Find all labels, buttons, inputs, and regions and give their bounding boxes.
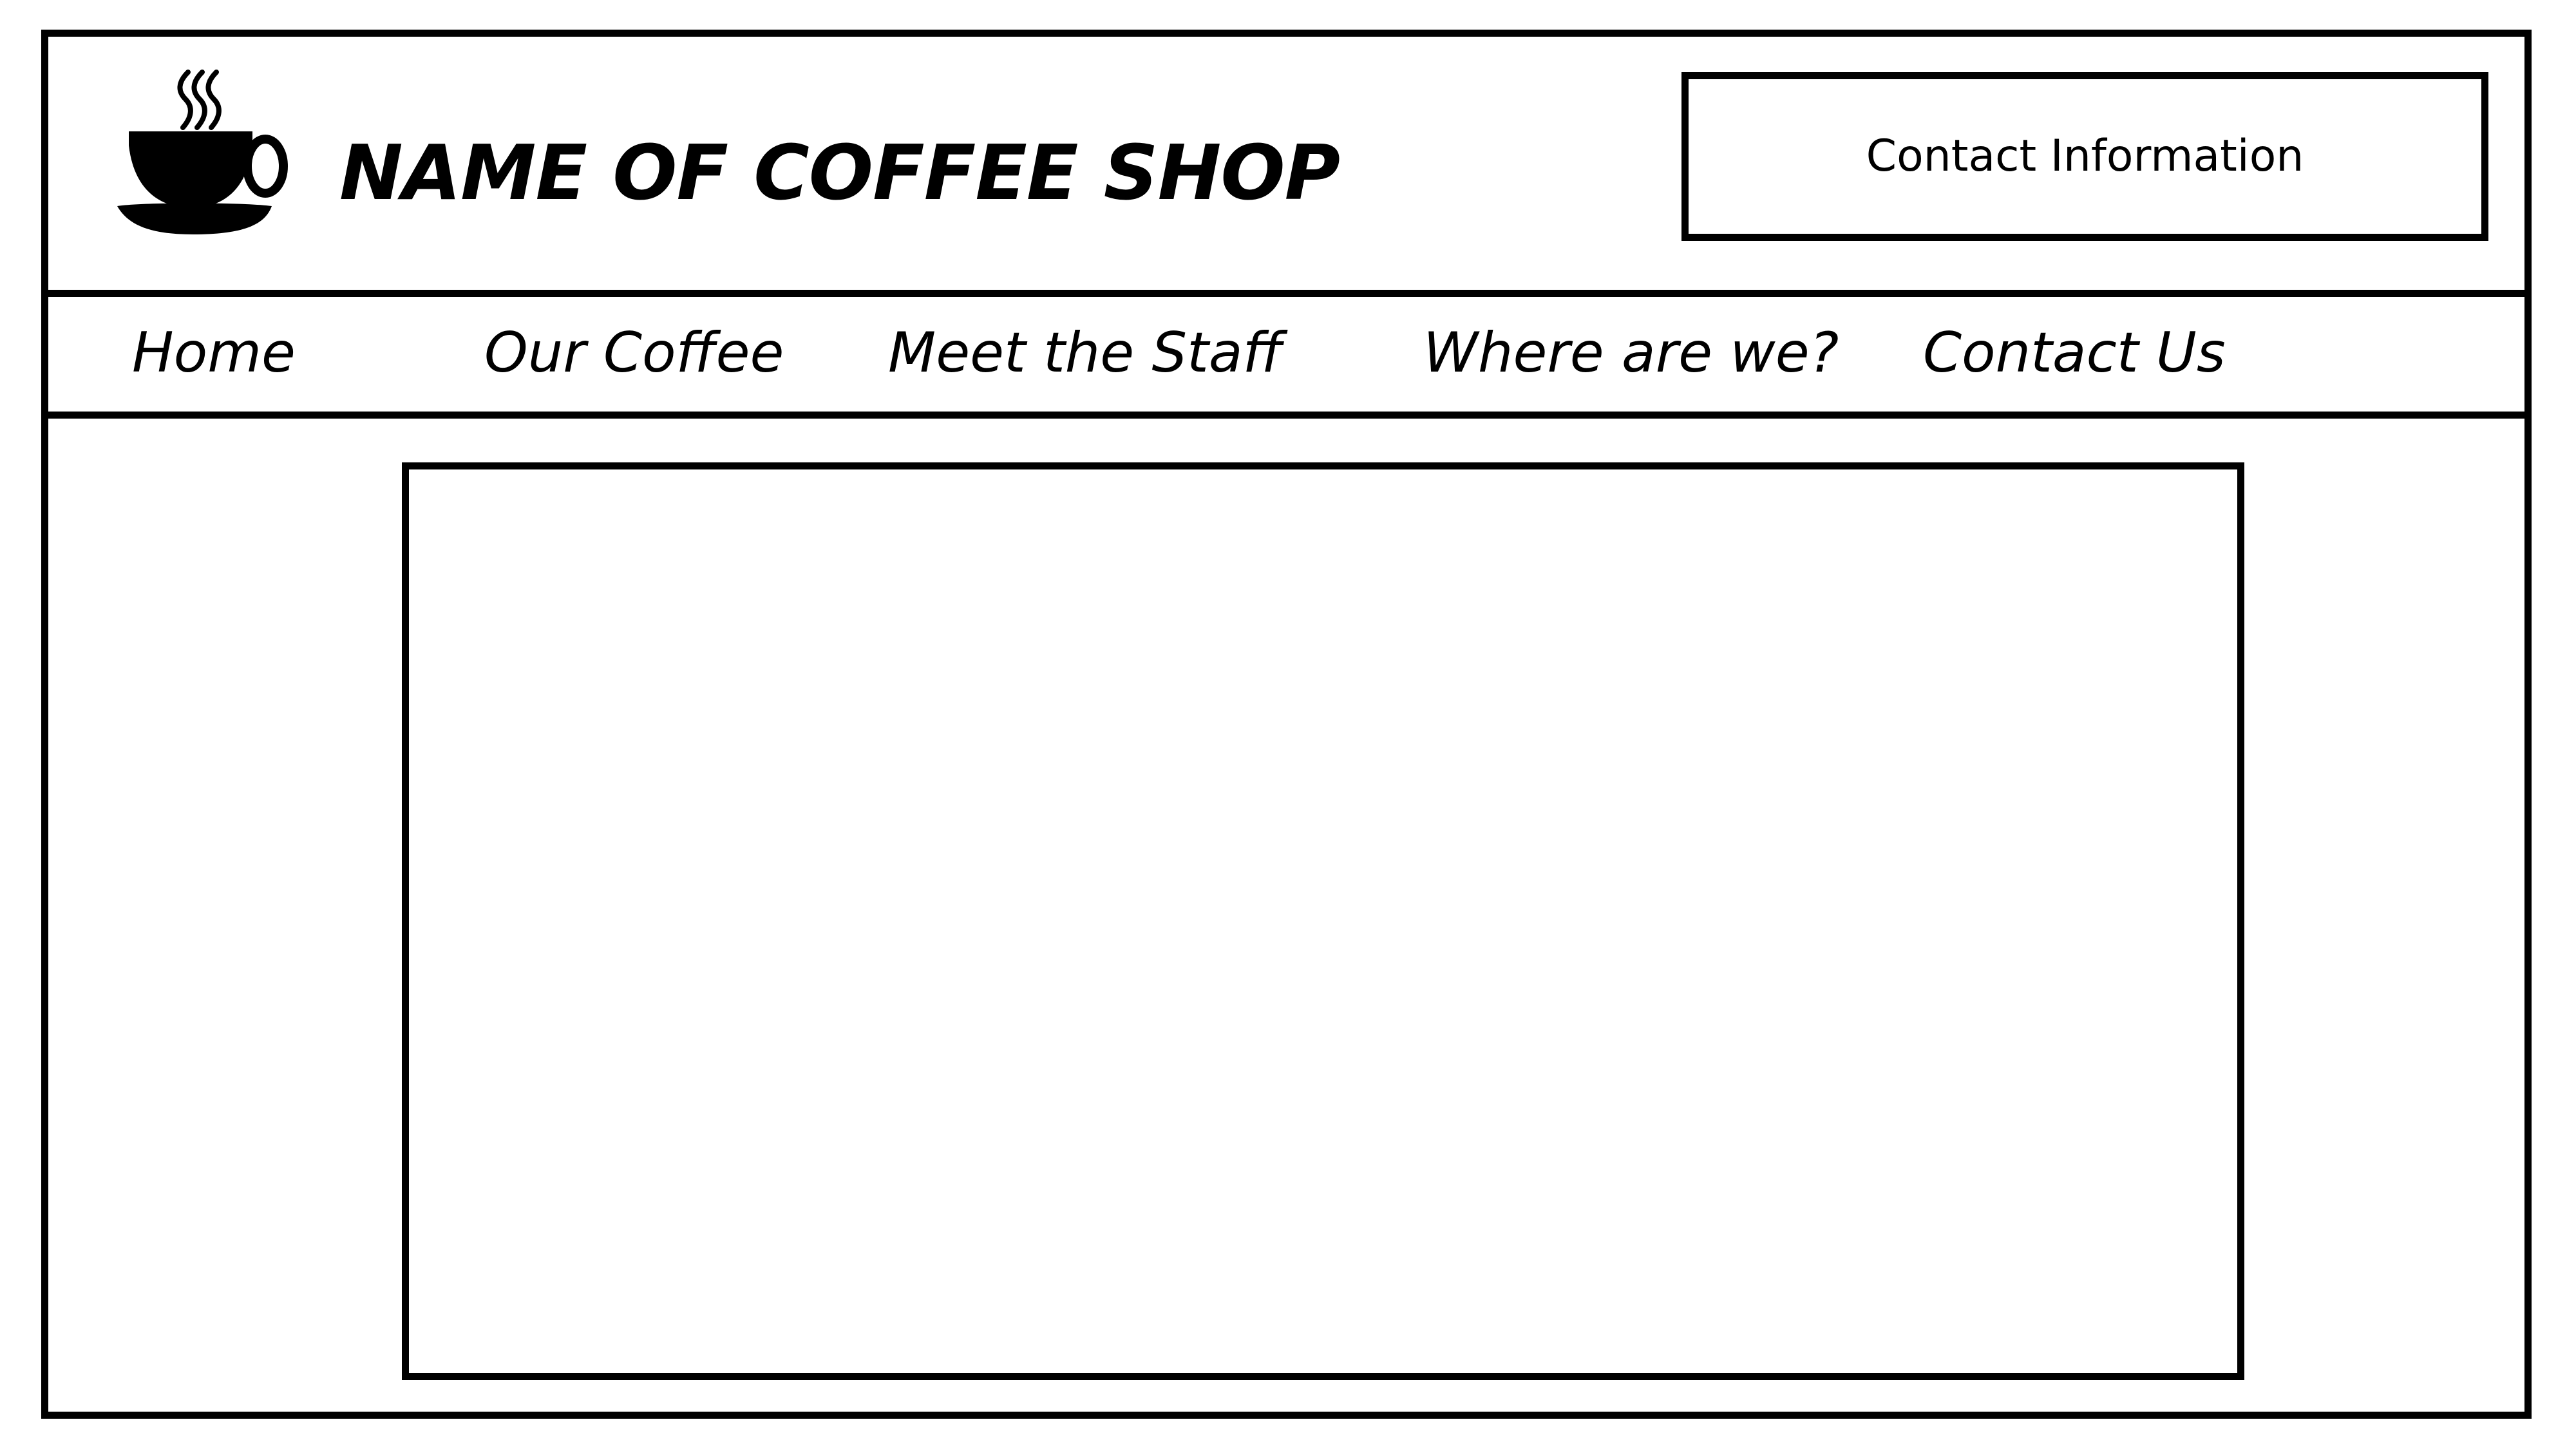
nav-item-home[interactable]: Home [132,325,296,381]
contact-information-label: Contact Information [1866,131,2304,182]
nav-item-where-are-we[interactable]: Where are we? [1423,325,1839,381]
main-content-area [402,462,2244,1380]
contact-information-box[interactable]: Contact Information [1681,72,2488,241]
coffee-cup-icon [116,70,309,240]
nav-item-contact-us[interactable]: Contact Us [1923,325,2226,381]
nav-item-our-coffee[interactable]: Our Coffee [484,325,784,381]
site-title: NAME OF COFFEE SHOP [339,128,1340,217]
page-frame: NAME OF COFFEE SHOP Contact Information … [41,30,2532,1419]
main-navigation: Home Our Coffee Meet the Staff Where are… [48,290,2524,419]
site-header: NAME OF COFFEE SHOP Contact Information [48,37,2524,294]
nav-item-meet-the-staff[interactable]: Meet the Staff [888,325,1283,381]
